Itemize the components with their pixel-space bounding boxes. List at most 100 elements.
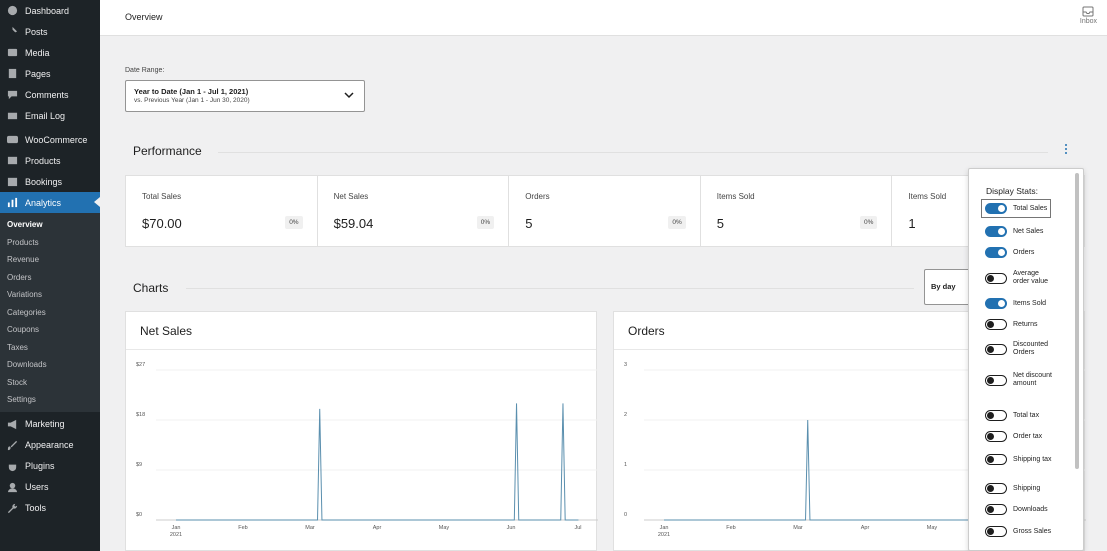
toggle-switch[interactable] <box>985 272 1007 284</box>
submenu-item-revenue[interactable]: Revenue <box>0 251 100 269</box>
submenu-item-coupons[interactable]: Coupons <box>0 321 100 339</box>
toggle-switch[interactable] <box>985 431 1007 442</box>
sidebar-item-plugins[interactable]: Plugins <box>0 456 100 477</box>
card-label: Net Sales <box>333 192 369 201</box>
top-bar: Overview Inbox <box>100 0 1107 36</box>
toggle-switch[interactable] <box>985 319 1007 330</box>
sidebar-item-dashboard[interactable]: Dashboard <box>0 0 100 21</box>
toggle-label: Returns <box>1013 320 1038 328</box>
x-tick-label: Apr <box>861 525 870 531</box>
chart-title: Orders <box>628 324 665 338</box>
toggle-label: Net Sales <box>1013 227 1044 235</box>
sidebar-item-products[interactable]: Products <box>0 150 100 171</box>
sidebar-item-marketing[interactable]: Marketing <box>0 414 100 435</box>
toggle-switch[interactable] <box>985 298 1007 309</box>
more-options-icon[interactable] <box>1062 144 1070 158</box>
y-tick-label: 1 <box>624 462 627 468</box>
sidebar-item-label: Pages <box>25 68 51 79</box>
x-tick-label: Apr <box>373 525 382 531</box>
toggle-switch[interactable] <box>985 343 1007 355</box>
charts-divider <box>186 288 914 289</box>
inbox-button[interactable]: Inbox <box>1080 6 1097 25</box>
performance-card[interactable]: Total Sales $70.00 0% <box>126 176 318 246</box>
toggle-label: Average order value <box>1013 270 1049 285</box>
sidebar-item-bookings[interactable]: Bookings <box>0 171 100 192</box>
stat-toggle-shipping[interactable]: Shipping <box>985 483 1040 494</box>
calendar-icon <box>6 175 19 188</box>
submenu-item-overview[interactable]: Overview <box>0 216 100 234</box>
toggle-switch[interactable] <box>985 526 1007 537</box>
sidebar-item-label: Comments <box>25 89 69 100</box>
sidebar-item-posts[interactable]: Posts <box>0 21 100 42</box>
sidebar-item-media[interactable]: Media <box>0 42 100 63</box>
x-tick-label: Mar <box>793 525 803 531</box>
y-tick-label: $9 <box>136 462 142 468</box>
inbox-label: Inbox <box>1079 18 1097 25</box>
x-tick-label: Feb <box>726 525 735 531</box>
submenu-item-products[interactable]: Products <box>0 234 100 252</box>
sidebar-item-appearance[interactable]: Appearance <box>0 435 100 456</box>
submenu-item-orders[interactable]: Orders <box>0 269 100 287</box>
stat-toggle-returns[interactable]: Returns <box>985 319 1038 330</box>
sidebar-item-comments[interactable]: Comments <box>0 84 100 105</box>
sidebar-item-tools[interactable]: Tools <box>0 498 100 519</box>
sidebar-item-pages[interactable]: Pages <box>0 63 100 84</box>
sidebar-item-label: Email Log <box>25 110 66 121</box>
toggle-label: Order tax <box>1013 432 1043 440</box>
performance-card[interactable]: Items Sold 5 0% <box>701 176 893 246</box>
sidebar-item-label: Products <box>25 155 61 166</box>
scrollbar[interactable] <box>1075 173 1079 469</box>
toggle-switch[interactable] <box>985 454 1007 465</box>
submenu-item-downloads[interactable]: Downloads <box>0 356 100 374</box>
toggle-label: Total Sales <box>1013 204 1048 212</box>
y-tick-label: $0 <box>136 512 142 518</box>
card-delta: 0% <box>859 216 878 229</box>
date-range-secondary: vs. Previous Year (Jan 1 - Jun 30, 2020) <box>134 97 250 104</box>
stat-toggle-downloads[interactable]: Downloads <box>985 504 1048 515</box>
toggle-switch[interactable] <box>985 410 1007 421</box>
stat-toggle-shipping-tax[interactable]: Shipping tax <box>985 454 1052 465</box>
toggle-switch[interactable] <box>985 226 1007 237</box>
sidebar-item-analytics[interactable]: Analytics <box>0 192 100 213</box>
sidebar-item-email-log[interactable]: Email Log <box>0 105 100 126</box>
x-tick-label: Jul <box>574 525 581 531</box>
stat-toggle-orders[interactable]: Orders <box>985 247 1034 258</box>
stat-toggle-total-sales[interactable]: Total Sales <box>981 199 1052 218</box>
performance-card[interactable]: Net Sales $59.04 0% <box>318 176 510 246</box>
toggle-switch[interactable] <box>985 483 1007 494</box>
toggle-switch[interactable] <box>985 374 1007 386</box>
pin-icon <box>6 25 19 38</box>
stat-toggle-net-sales[interactable]: Net Sales <box>985 226 1043 237</box>
sidebar-item-users[interactable]: Users <box>0 477 100 498</box>
card-label: Items Sold <box>716 192 755 201</box>
toggle-switch[interactable] <box>985 504 1007 515</box>
stat-toggle-discounted-orders[interactable]: Discounted Orders <box>985 341 1057 357</box>
submenu-item-variations[interactable]: Variations <box>0 286 100 304</box>
media-icon <box>6 46 19 59</box>
stat-toggle-gross-sales[interactable]: Gross Sales <box>985 526 1051 537</box>
sidebar-item-woocommerce[interactable]: WooCommerce <box>0 129 100 150</box>
performance-card[interactable]: Orders 5 0% <box>509 176 701 246</box>
card-delta: 0% <box>668 216 686 229</box>
card-value: 5 <box>716 216 725 231</box>
card-label: Total Sales <box>142 192 182 201</box>
sidebar-item-label: Analytics <box>25 197 62 208</box>
submenu-item-categories[interactable]: Categories <box>0 304 100 322</box>
display-stats-header: Display Stats: <box>986 186 1038 196</box>
dashboard-icon <box>6 4 19 17</box>
toggle-switch[interactable] <box>985 203 1007 214</box>
submenu-item-settings[interactable]: Settings <box>0 391 100 409</box>
performance-divider <box>218 152 1048 153</box>
stat-toggle-total-tax[interactable]: Total tax <box>985 410 1039 421</box>
submenu-item-stock[interactable]: Stock <box>0 374 100 392</box>
stat-toggle-order-tax[interactable]: Order tax <box>985 431 1042 442</box>
toggle-label: Net discount amount <box>1013 372 1052 387</box>
x-tick-label: 2021 <box>658 532 670 538</box>
date-range-select[interactable]: Year to Date (Jan 1 - Jul 1, 2021) vs. P… <box>125 80 365 112</box>
toggle-switch[interactable] <box>985 247 1007 258</box>
stat-toggle-net-discount-amount[interactable]: Net discount amount <box>985 372 1057 388</box>
stat-toggle-items-sold[interactable]: Items Sold <box>985 298 1046 309</box>
chevron-down-icon <box>344 92 354 99</box>
stat-toggle-average-order-value[interactable]: Average order value <box>985 270 1057 286</box>
submenu-item-taxes[interactable]: Taxes <box>0 339 100 357</box>
